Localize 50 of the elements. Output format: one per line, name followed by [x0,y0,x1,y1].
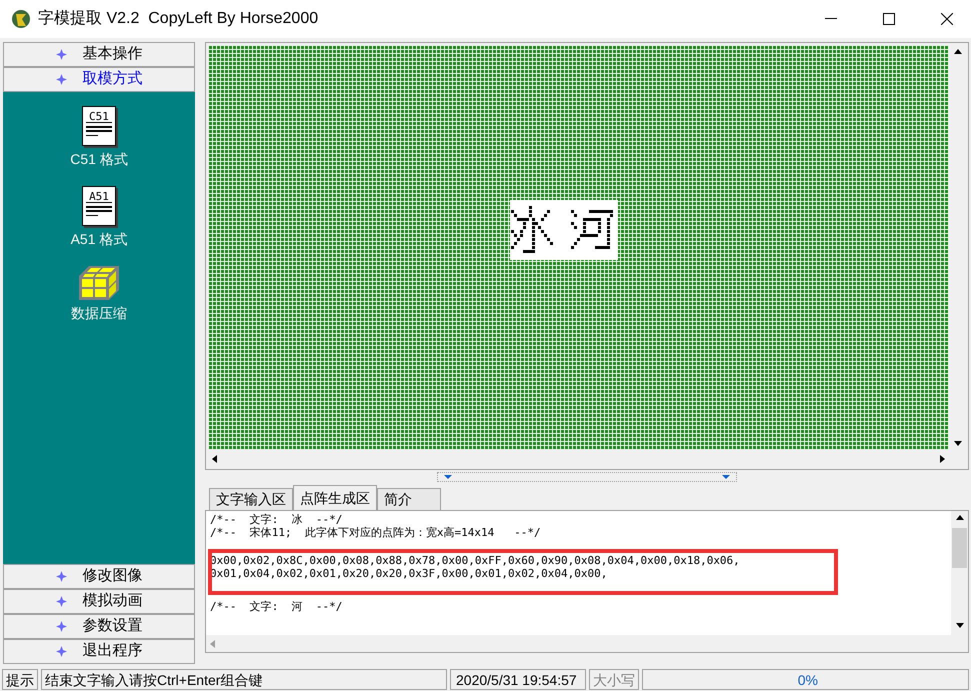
scroll-up-icon [956,515,964,520]
diamond-icon [56,571,66,582]
app-icon [10,8,32,30]
scroll-left-icon [212,454,217,462]
close-icon [941,13,953,25]
section-button[interactable]: 退出程序 [3,639,195,664]
minimize-icon [825,18,837,20]
format-option[interactable]: C51 C51 格式 [70,106,128,170]
format-option[interactable]: A51 A51 格式 [70,186,128,250]
diamond-icon [56,74,66,85]
section-button[interactable]: 参数设置 [3,614,195,639]
diamond-icon [56,646,66,657]
section-button[interactable]: 基本操作 [3,42,195,67]
scroll-down-icon [956,623,964,628]
code-line: 0x01,0x04,0x02,0x01,0x20,0x20,0x3F,0x00,0x01,0x02,0x04,0x00, [210,567,608,580]
option-label: C51 格式 [70,150,128,169]
notepad-label: C51 [86,111,112,123]
code-line: 0x00,0x02,0x8C,0x00,0x08,0x88,0x78,0x00,0xFF,0x60,0x90,0x08,0x04,0x00,0x18,0x06, [210,554,741,567]
diamond-icon [56,596,66,607]
notepad-label: A51 [86,191,112,203]
maximize-icon [883,13,895,25]
progress-text: 0% [642,668,969,690]
caps-indicator: 大小写 [589,668,639,690]
section-button[interactable]: 取模方式 [3,67,195,92]
status-label: 提示 [2,668,38,690]
diamond-icon [56,49,66,60]
option-label: 数据压缩 [71,304,127,323]
tab[interactable]: 文字输入区 [209,488,293,510]
scroll-up-icon [954,49,962,54]
status-datetime: 2020/5/31 19:54:57 [450,668,586,690]
diamond-icon [56,621,66,632]
section-button[interactable]: 修改图像 [3,564,195,589]
scroll-left-icon [210,640,215,648]
window-title: 字模提取 V2.2 CopyLeft By Horse2000 [38,8,318,29]
cube-icon [79,266,119,300]
code-line: /*-- 文字: 河 --*/ [210,600,344,613]
vertical-scrollbar[interactable] [951,511,968,652]
horizontal-scrollbar[interactable] [206,635,951,652]
section-button[interactable]: 模拟动画 [3,589,195,614]
option-label: A51 格式 [70,230,128,249]
status-message: 结束文字输入请按Ctrl+Enter组合键 [41,668,447,690]
scroll-thumb[interactable] [952,528,967,568]
format-option[interactable]: 数据压缩 [71,266,127,324]
tab[interactable]: 简介 [377,488,441,510]
code-line: /*-- 宋体11; 此字体下对应的点阵为：宽x高=14x14 --*/ [210,526,542,539]
scroll-right-icon [940,454,945,462]
splitter-handle[interactable] [437,472,737,482]
code-line: /*-- 文字: 冰 --*/ [210,513,344,526]
scroll-down-icon [954,441,962,446]
tab[interactable]: 点阵生成区 [293,485,377,510]
